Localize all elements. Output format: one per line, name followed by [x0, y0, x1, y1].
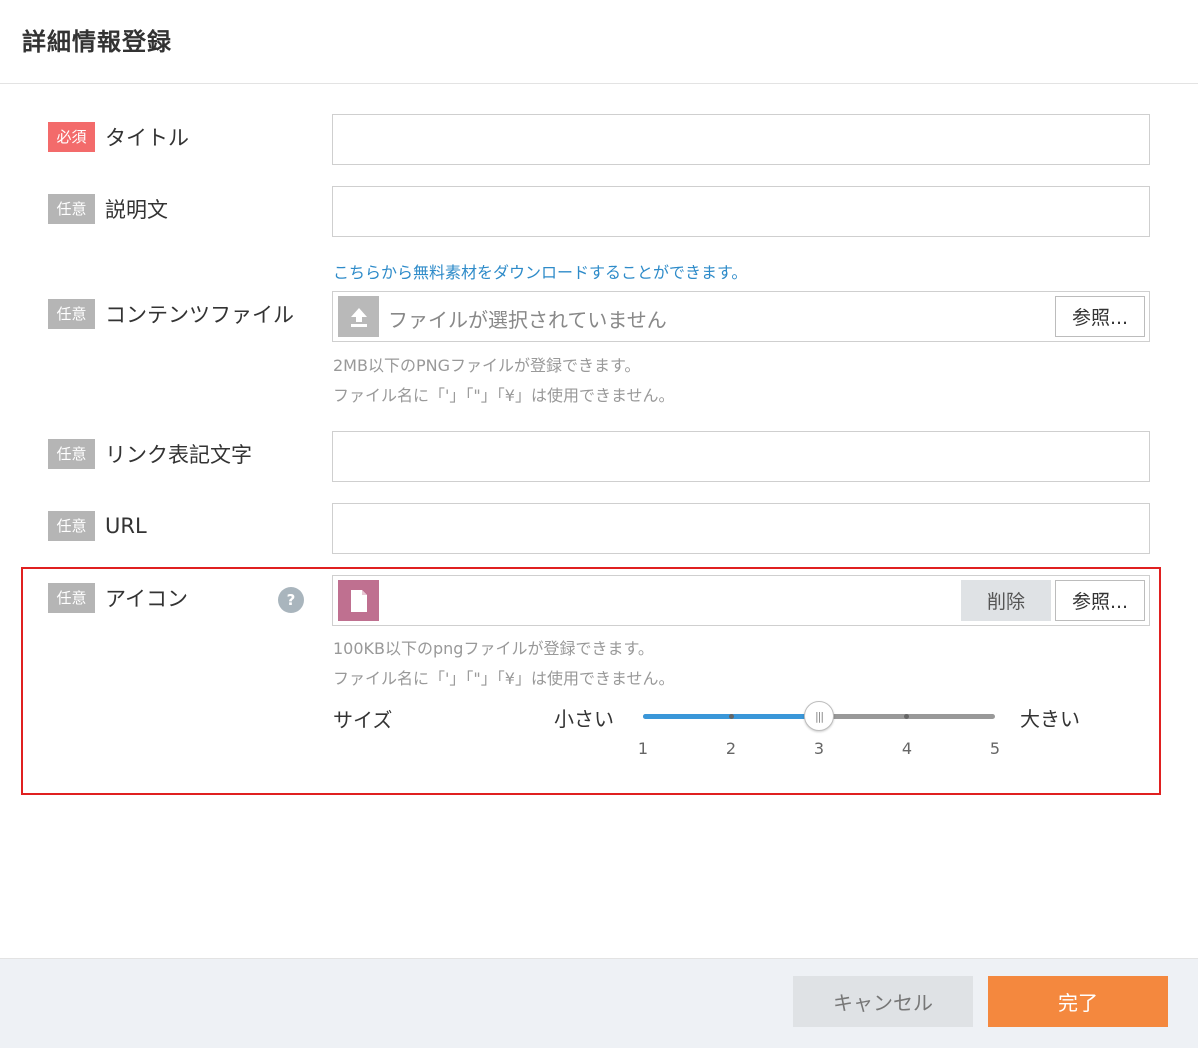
- optional-badge: 任意: [48, 511, 95, 541]
- title-label-row: 必須 タイトル: [48, 122, 189, 152]
- link-text-input[interactable]: [332, 431, 1150, 482]
- done-button[interactable]: 完了: [988, 976, 1168, 1027]
- slider-min-label: 小さい: [554, 707, 614, 731]
- slider-max-label: 大きい: [1020, 707, 1080, 731]
- required-badge: 必須: [48, 122, 95, 152]
- content-file-size-note: 2MB以下のPNGファイルが登録できます。: [333, 356, 641, 375]
- optional-badge: 任意: [48, 583, 95, 613]
- optional-badge: 任意: [48, 194, 95, 224]
- slider-tick-label: 2: [725, 739, 737, 758]
- description-input[interactable]: [332, 186, 1150, 237]
- icon-label: アイコン: [105, 587, 188, 611]
- url-label-row: 任意 URL: [48, 511, 147, 541]
- file-icon: [338, 580, 379, 621]
- content-file-label-row: 任意 コンテンツファイル: [48, 299, 294, 329]
- dialog-title: 詳細情報登録: [22, 28, 172, 56]
- free-material-download-link[interactable]: こちらから無料素材をダウンロードすることができます。: [333, 259, 747, 283]
- slider-tick-label: 3: [813, 739, 825, 758]
- optional-badge: 任意: [48, 299, 95, 329]
- description-label: 説明文: [105, 198, 168, 222]
- url-input[interactable]: [332, 503, 1150, 554]
- help-icon[interactable]: ?: [278, 587, 304, 613]
- url-label: URL: [105, 514, 147, 538]
- link-text-label: リンク表記文字: [105, 443, 252, 467]
- link-text-label-row: 任意 リンク表記文字: [48, 439, 252, 469]
- icon-name-note: ファイル名に「'」「"」「¥」は使用できません。: [333, 669, 675, 688]
- icon-size-note: 100KB以下のpngファイルが登録できます。: [333, 639, 654, 658]
- icon-label-row: 任意 アイコン: [48, 583, 188, 613]
- slider-tick-label: 5: [989, 739, 1001, 758]
- size-slider-handle[interactable]: |||: [804, 701, 834, 731]
- icon-delete-button[interactable]: 削除: [961, 580, 1051, 621]
- optional-badge: 任意: [48, 439, 95, 469]
- slider-tick-label: 1: [637, 739, 649, 758]
- title-label: タイトル: [105, 126, 189, 150]
- title-input[interactable]: [332, 114, 1150, 165]
- slider-tick-label: 4: [901, 739, 913, 758]
- slider-step-dot: [729, 714, 734, 719]
- icon-browse-button[interactable]: 参照...: [1055, 580, 1145, 621]
- content-file-browse-button[interactable]: 参照...: [1055, 296, 1145, 337]
- upload-icon: [338, 296, 379, 337]
- size-label: サイズ: [333, 708, 393, 732]
- description-label-row: 任意 説明文: [48, 194, 168, 224]
- content-file-label: コンテンツファイル: [105, 303, 294, 327]
- dialog-header: 詳細情報登録: [0, 0, 1198, 84]
- cancel-button[interactable]: キャンセル: [793, 976, 973, 1027]
- icon-file-picker[interactable]: 削除 参照...: [332, 575, 1150, 626]
- content-file-name-note: ファイル名に「'」「"」「¥」は使用できません。: [333, 386, 675, 405]
- slider-step-dot: [904, 714, 909, 719]
- no-file-selected-text: ファイルが選択されていません: [388, 308, 667, 332]
- content-file-picker[interactable]: ファイルが選択されていません 参照...: [332, 291, 1150, 342]
